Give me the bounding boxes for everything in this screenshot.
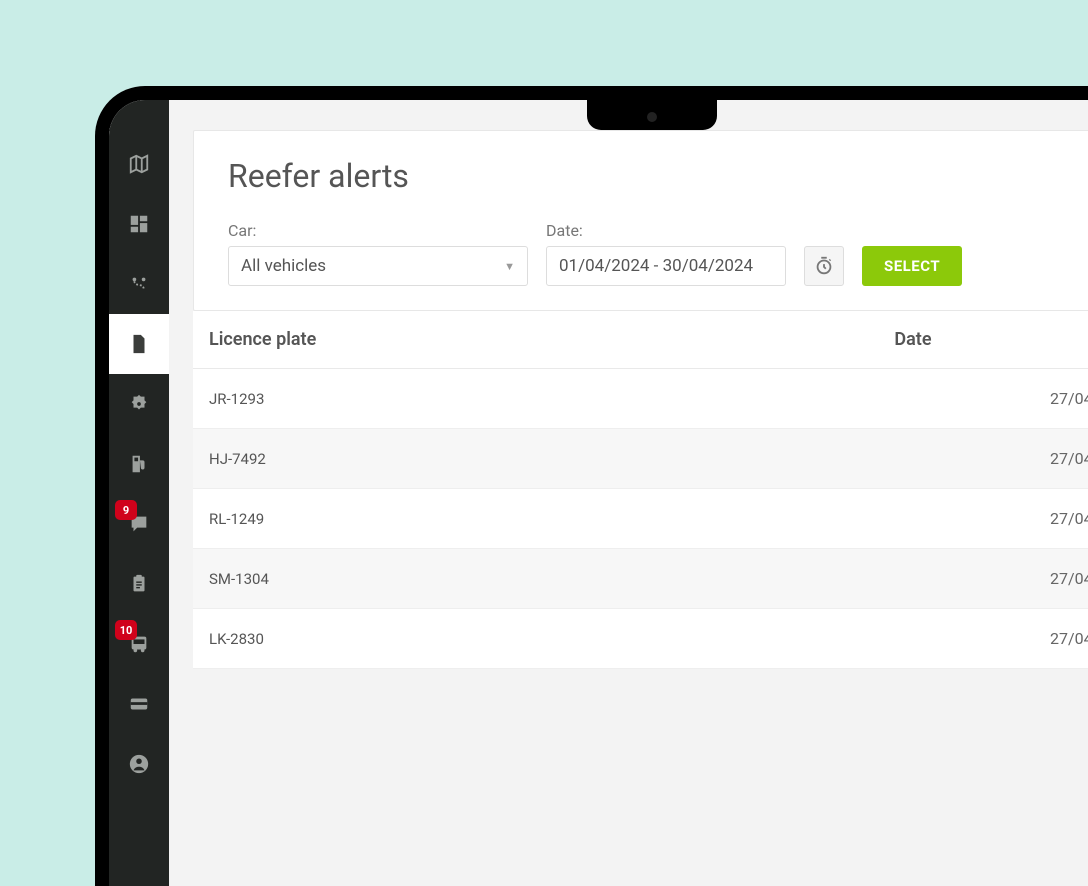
card-icon [128,693,150,715]
sidebar-item-dashboard[interactable] [109,194,169,254]
alerts-table: Licence plate Date JR-129327/04/2024 23:… [193,311,1088,669]
camera-dot [647,112,657,122]
laptop-frame: 9 10 Reefer alerts Car: [95,86,1088,886]
table-header-row: Licence plate Date [193,311,1088,369]
date-label: Date: [546,221,786,240]
car-select-value: All vehicles [241,256,326,276]
cell-date: 27/04/2024 23:36 [894,369,1088,429]
sidebar: 9 10 [109,100,169,886]
cell-date: 27/04/2024 23:35 [894,429,1088,489]
cell-plate: RL-1249 [193,489,894,549]
table-row[interactable]: SM-130427/04/2024 23:35 [193,549,1088,609]
fleet-badge: 10 [115,620,137,640]
user-icon [128,753,150,775]
sidebar-item-map[interactable] [109,134,169,194]
date-filter-group: Date: 01/04/2024 - 30/04/2024 [546,221,786,286]
document-icon [128,333,150,355]
sidebar-item-fuel[interactable] [109,434,169,494]
col-date: Date [894,311,1088,369]
messages-badge: 9 [115,500,137,520]
alert-badge-icon [128,393,150,415]
date-range-value: 01/04/2024 - 30/04/2024 [559,256,753,276]
cell-date: 27/04/2024 23:35 [894,489,1088,549]
cell-plate: SM-1304 [193,549,894,609]
table-row[interactable]: LK-283027/04/2024 23:32 [193,609,1088,669]
time-picker-button[interactable] [804,246,844,286]
sidebar-item-documents[interactable] [109,314,169,374]
clipboard-icon [128,573,150,595]
sidebar-item-route[interactable] [109,254,169,314]
car-filter-group: Car: All vehicles ▼ [228,221,528,286]
car-select[interactable]: All vehicles ▼ [228,246,528,286]
dashboard-icon [128,213,150,235]
app-screen: 9 10 Reefer alerts Car: [109,100,1088,886]
cell-plate: JR-1293 [193,369,894,429]
table-row[interactable]: RL-124927/04/2024 23:35 [193,489,1088,549]
table-wrap: Licence plate Date JR-129327/04/2024 23:… [193,311,1088,669]
sidebar-item-clipboard[interactable] [109,554,169,614]
table-row[interactable]: JR-129327/04/2024 23:36 [193,369,1088,429]
cell-date: 27/04/2024 23:32 [894,609,1088,669]
cell-date: 27/04/2024 23:35 [894,549,1088,609]
page-title: Reefer alerts [228,157,1088,195]
car-label: Car: [228,221,528,240]
map-icon [128,153,150,175]
route-icon [128,273,150,295]
select-button[interactable]: SELECT [862,246,962,286]
sidebar-item-card[interactable] [109,674,169,734]
filter-card: Reefer alerts Car: All vehicles ▼ Date: … [193,130,1088,311]
clock-icon [813,255,835,277]
sidebar-item-messages[interactable]: 9 [109,494,169,554]
chevron-down-icon: ▼ [504,260,515,273]
cell-plate: HJ-7492 [193,429,894,489]
table-row[interactable]: HJ-749227/04/2024 23:35 [193,429,1088,489]
cell-plate: LK-2830 [193,609,894,669]
filter-row: Car: All vehicles ▼ Date: 01/04/2024 - 3… [228,221,1088,286]
col-licence-plate: Licence plate [193,311,894,369]
sidebar-item-fleet[interactable]: 10 [109,614,169,674]
fuel-icon [128,453,150,475]
date-range-input[interactable]: 01/04/2024 - 30/04/2024 [546,246,786,286]
sidebar-item-alerts[interactable] [109,374,169,434]
content-area: Reefer alerts Car: All vehicles ▼ Date: … [169,100,1088,886]
sidebar-item-account[interactable] [109,734,169,794]
